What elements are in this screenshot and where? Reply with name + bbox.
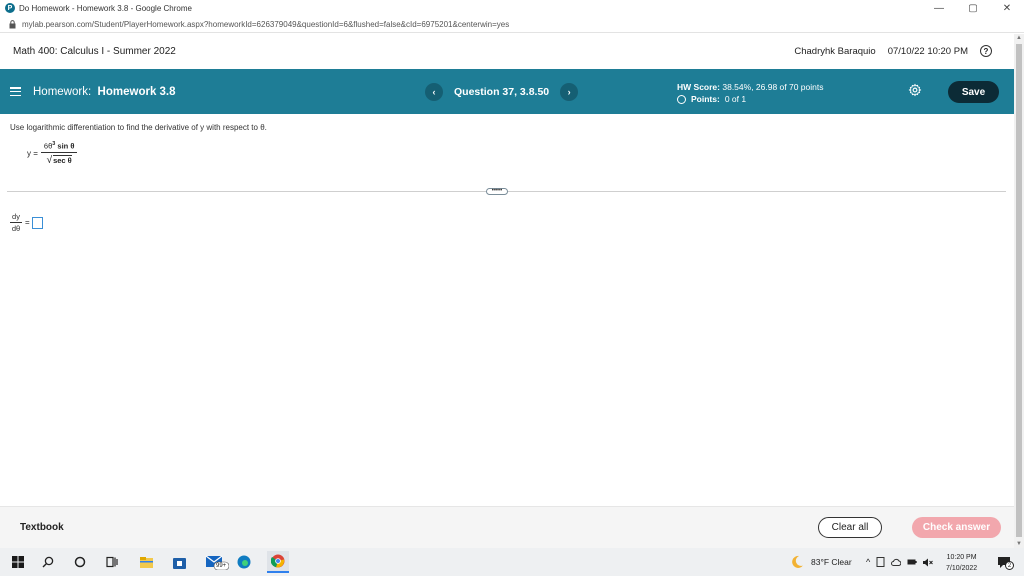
y-label: y = — [27, 148, 38, 158]
derivative-fraction: dy dθ — [10, 212, 22, 233]
points-value: 0 of 1 — [724, 94, 747, 104]
score-panel: HW Score: 38.54%, 26.98 of 70 points Poi… — [677, 81, 824, 105]
equation-numerator: 6θ3 sin θ — [43, 141, 75, 151]
weather-text: 83°F Clear — [811, 557, 852, 567]
cortana-icon[interactable] — [73, 555, 87, 569]
volume-muted-icon[interactable] — [923, 558, 934, 567]
homework-title: Homework: Homework 3.8 — [33, 86, 176, 98]
lock-icon — [8, 19, 16, 29]
given-equation: y = 6θ3 sin θ √ sec θ — [27, 141, 78, 166]
previous-question-button[interactable]: ‹ — [425, 83, 443, 101]
window-title: Do Homework - Homework 3.8 - Google Chro… — [19, 3, 192, 13]
windows-taskbar: 99+ 83°F Clear ^ 10:20 PM 7/10/2022 2 — [0, 548, 1024, 576]
points-circle-icon — [677, 94, 686, 104]
homework-name: Homework 3.8 — [97, 85, 176, 98]
edge-browser-icon[interactable] — [237, 555, 251, 569]
clock-date: 7/10/2022 — [946, 565, 978, 572]
answer-row: dy dθ = — [10, 212, 43, 233]
search-icon[interactable] — [41, 555, 55, 569]
chrome-browser-icon[interactable] — [267, 551, 289, 573]
chevron-up-icon[interactable]: ^ — [866, 557, 870, 567]
question-footer: Textbook Clear all Check answer — [0, 506, 1014, 548]
address-bar[interactable]: mylab.pearson.com/Student/PlayerHomework… — [0, 16, 1024, 33]
moon-icon — [792, 555, 803, 568]
hw-score-label: HW Score: — [677, 82, 720, 92]
textbook-link[interactable]: Textbook — [20, 522, 64, 533]
file-explorer-icon[interactable] — [139, 555, 153, 569]
weather-widget[interactable]: 83°F Clear — [790, 548, 852, 576]
mail-icon[interactable]: 99+ — [205, 555, 229, 570]
notification-count: 2 — [1005, 561, 1014, 570]
browser-titlebar: P Do Homework - Homework 3.8 - Google Ch… — [0, 0, 1024, 16]
user-info: Chadryhk Baraquio 07/10/22 10:20 PM ? — [794, 45, 992, 57]
answer-input[interactable] — [31, 216, 43, 229]
mail-badge: 99+ — [216, 563, 227, 569]
question-navigator: ‹ Question 37, 3.8.50 › — [425, 83, 579, 101]
hw-score-value: 38.54%, 26.98 of 70 points — [722, 82, 824, 92]
homework-toolbar: Homework: Homework 3.8 ‹ Question 37, 3.… — [0, 69, 1014, 114]
sqrt-symbol-icon: √ — [46, 154, 53, 166]
clock-time: 10:20 PM — [946, 554, 977, 561]
scrollbar-thumb[interactable] — [1016, 44, 1022, 537]
tablet-icon[interactable] — [876, 557, 885, 567]
user-name: Chadryhk Baraquio — [794, 45, 876, 57]
settings-gear-icon[interactable] — [908, 83, 922, 97]
windows-start-icon[interactable] — [11, 555, 25, 569]
minimize-button[interactable]: — — [922, 0, 956, 16]
page-scrollbar[interactable]: ▲ ▼ — [1014, 34, 1024, 548]
save-button[interactable]: Save — [948, 81, 999, 103]
notifications-icon[interactable]: 2 — [996, 555, 1014, 570]
clear-all-button[interactable]: Clear all — [818, 517, 882, 538]
equation-fraction: 6θ3 sin θ √ sec θ — [41, 141, 78, 166]
onedrive-cloud-icon[interactable] — [891, 558, 902, 566]
close-button[interactable]: ✕ — [990, 0, 1024, 16]
store-icon[interactable] — [172, 555, 186, 569]
course-header: Math 400: Calculus I - Summer 2022 Chadr… — [0, 34, 1014, 68]
points-label: Points: — [691, 94, 720, 104]
restore-button[interactable]: ▢ — [956, 0, 990, 16]
task-view-icon[interactable] — [105, 555, 119, 569]
equals-sign: = — [25, 218, 30, 227]
system-clock[interactable]: 10:20 PM 7/10/2022 — [946, 552, 977, 574]
homework-label: Homework: — [33, 85, 92, 98]
question-label[interactable]: Question 37, 3.8.50 — [454, 86, 549, 98]
pearson-favicon-icon: P — [5, 3, 15, 13]
help-icon[interactable]: ? — [980, 45, 992, 57]
more-options-button[interactable]: ••••• — [486, 188, 508, 195]
scroll-up-icon[interactable]: ▲ — [1016, 35, 1022, 41]
menu-icon[interactable] — [10, 87, 21, 96]
scroll-down-icon[interactable]: ▼ — [1016, 541, 1022, 547]
course-name: Math 400: Calculus I - Summer 2022 — [13, 45, 176, 57]
date-time: 07/10/22 10:20 PM — [887, 45, 968, 57]
check-answer-button[interactable]: Check answer — [912, 517, 1001, 538]
question-prompt: Use logarithmic differentiation to find … — [10, 123, 267, 132]
next-question-button[interactable]: › — [560, 83, 579, 101]
battery-icon[interactable] — [907, 559, 917, 565]
system-tray: ^ — [866, 548, 934, 576]
window-controls: — ▢ ✕ — [922, 0, 1024, 16]
equation-denominator: √ sec θ — [46, 154, 72, 166]
url-text[interactable]: mylab.pearson.com/Student/PlayerHomework… — [22, 20, 509, 29]
